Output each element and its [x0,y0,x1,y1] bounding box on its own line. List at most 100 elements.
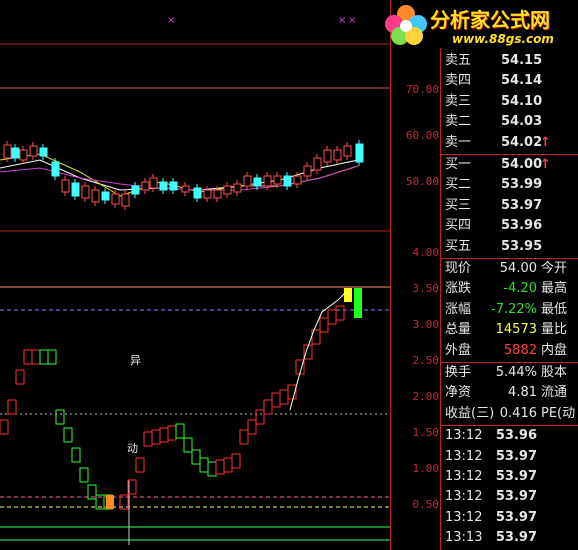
tick-time: 13:12 [445,448,483,464]
sell-label: 卖五 [445,53,472,68]
buy-row[interactable]: 买一 54.00 ↑ [443,155,578,175]
tick-time: 13:12 [445,509,483,525]
sell-row[interactable]: 卖二 54.03 [443,112,578,132]
tick-row: 13:12 53.97 [443,447,578,467]
candle-body [169,181,178,191]
candle-body [101,191,110,201]
lower-tick: 2.50 [412,354,440,367]
buy-label: 买一 [445,157,472,172]
step-bar [31,349,41,365]
finance-label2: 流通 [541,385,568,401]
candle-body [149,177,158,189]
step-bar [0,419,9,435]
tick-row: 13:12 53.97 [443,467,578,487]
sell-price: 54.02 [501,134,543,150]
finance-row: 换手 5.44% 股本 [443,363,578,383]
buy-price: 53.99 [501,177,543,193]
candle-body [283,175,292,187]
tick-price: 53.97 [495,530,537,546]
step-bar [335,305,345,321]
candle-body [243,175,252,187]
lower-tick: 3.50 [412,282,440,295]
buy-label: 买五 [445,238,472,254]
finance-label: 换手 [445,365,472,380]
step-bar [63,427,73,443]
stat-label: 现价 [445,261,472,276]
candle-body [181,185,190,193]
finance-value: 4.81 [508,385,537,401]
step-bar [71,447,81,463]
buy-label: 买二 [445,177,472,193]
stat-row: 涨跌 -4.20 最高 [443,279,578,299]
stat-row: 外盘 5882 内盘 [443,341,578,361]
lower-tick: 3.00 [412,318,440,331]
step-bar-orange [106,495,114,509]
candle-body [61,179,70,193]
sell-row[interactable]: 卖五 54.15 [443,51,578,71]
tick-row: 13:12 53.97 [443,508,578,528]
buy-label: 买三 [445,197,472,213]
sell-row[interactable]: 卖三 54.10 [443,92,578,112]
stat-value: 5882 [503,342,537,358]
finance-row: 收益(三) 0.416 PE(动 [443,404,578,424]
step-bar [199,457,209,473]
tick-price: 53.97 [495,448,537,464]
buy-price: 53.95 [501,238,543,254]
candle-body [193,187,202,199]
step-bar [159,427,169,443]
stat-row: 现价 54.00 今开 [443,259,578,279]
finance-value: 0.416 [499,405,537,421]
label-dong: 动 [127,442,138,455]
sell-row[interactable]: 卖一 54.02 ↑ [443,133,578,153]
step-bar [79,467,89,483]
stat-label2: 今开 [541,261,568,276]
candle-body [343,145,352,157]
step-bar [271,392,281,408]
candle-body [51,161,60,177]
step-bar [223,457,233,473]
tick-time: 13:12 [445,469,483,484]
candle-body [323,149,332,163]
stat-value: -7.22% [491,301,537,317]
top-marker-icon: × [348,15,356,26]
buy-row[interactable]: 买二 53.99 [443,175,578,195]
finance-label: 净资 [445,385,472,401]
buy-row[interactable]: 买三 53.97 [443,196,578,216]
buy-price: 53.97 [501,197,543,213]
buy-row[interactable]: 买四 53.96 [443,216,578,236]
stat-label: 涨幅 [445,301,472,317]
step-bar [231,453,241,469]
upper-tick-70: 70.00 [405,83,439,96]
sell-price: 54.03 [501,114,543,130]
candle-body [11,147,20,159]
sell-row[interactable]: 卖四 54.14 [443,71,578,91]
stat-label2: 内盘 [541,342,568,358]
sell-price: 54.15 [501,53,543,68]
lower-tick: 4.00 [412,246,440,259]
step-bar [39,349,49,365]
candle-body [91,189,100,203]
site-logo: 分析家公式网 www.88gs.com [372,0,578,48]
sell-price: 54.10 [501,93,543,109]
candle-body [29,145,38,157]
buy-row[interactable]: 买五 53.95 [443,237,578,257]
buy-price: 54.00 [501,157,543,172]
tick-row: 13:12 53.97 [443,487,578,507]
step-bar [279,389,289,405]
candle-body [253,177,262,187]
candle-body [263,175,272,187]
candle-body [131,185,140,195]
step-bar [263,399,273,415]
finance-value: 5.44% [495,365,537,380]
step-bar [247,419,257,435]
stat-label2: 量比 [541,322,568,338]
label-yi: 异 [130,354,141,367]
step-bar-yellow [344,288,352,302]
kline-chart-svg[interactable]: × × × [0,0,390,550]
kline-chart-area[interactable]: × × × 异 动 [0,0,390,550]
candle-body [111,193,120,205]
candle-body [213,189,222,199]
buy-label: 买四 [445,218,472,234]
top-marker-icon: × [167,15,175,26]
candle-body [293,175,302,185]
